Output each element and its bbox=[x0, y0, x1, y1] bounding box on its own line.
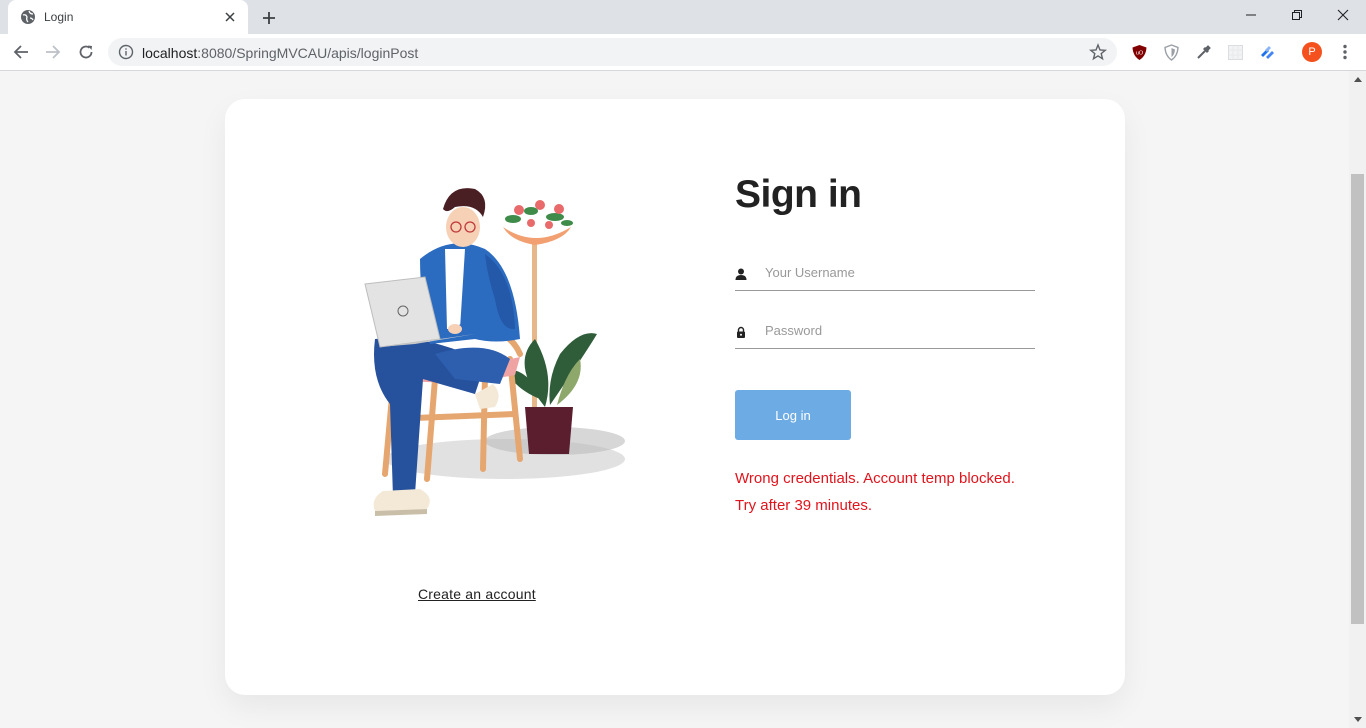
page-scrollbar[interactable] bbox=[1349, 71, 1366, 728]
page-title: Sign in bbox=[735, 173, 862, 216]
lock-icon bbox=[735, 325, 747, 338]
svg-text:uO: uO bbox=[1135, 50, 1143, 56]
address-bar[interactable]: localhost:8080/SpringMVCAU/apis/loginPos… bbox=[108, 38, 1117, 66]
login-button[interactable]: Log in bbox=[735, 390, 851, 440]
scroll-down-arrow-icon[interactable] bbox=[1349, 711, 1366, 728]
back-arrow-icon[interactable] bbox=[8, 39, 34, 65]
restore-icon[interactable] bbox=[1274, 0, 1320, 30]
tab-title: Login bbox=[44, 10, 74, 24]
login-card: Create an account Sign in Log in Wrong c… bbox=[225, 99, 1125, 695]
bookmark-star-icon[interactable] bbox=[1088, 43, 1108, 61]
scroll-up-arrow-icon[interactable] bbox=[1349, 71, 1366, 88]
close-window-icon[interactable] bbox=[1320, 0, 1366, 30]
profile-avatar[interactable]: P bbox=[1302, 42, 1322, 62]
reload-icon[interactable] bbox=[73, 39, 99, 65]
forward-arrow-icon[interactable] bbox=[40, 39, 66, 65]
person-with-laptop-illustration bbox=[364, 188, 625, 516]
tag-extension-icon[interactable] bbox=[1258, 43, 1276, 61]
browser-toolbar: localhost:8080/SpringMVCAU/apis/loginPos… bbox=[0, 34, 1366, 71]
ublock-icon[interactable]: uO bbox=[1130, 43, 1148, 61]
username-field bbox=[735, 255, 1035, 291]
new-tab-icon[interactable] bbox=[258, 7, 280, 29]
browser-tab[interactable]: Login bbox=[8, 0, 248, 34]
error-message: Wrong credentials. Account temp blocked.… bbox=[735, 470, 1015, 514]
password-input[interactable] bbox=[765, 317, 1030, 343]
eyedropper-icon[interactable] bbox=[1194, 43, 1212, 61]
shield-icon[interactable] bbox=[1162, 43, 1180, 61]
create-account-link[interactable]: Create an account bbox=[418, 586, 536, 602]
more-menu-icon[interactable] bbox=[1335, 42, 1355, 62]
url-host: localhost bbox=[142, 45, 198, 61]
browser-tab-strip: Login bbox=[0, 0, 1366, 34]
globe-icon bbox=[20, 9, 36, 25]
url-path: :8080/SpringMVCAU/apis/loginPost bbox=[197, 45, 419, 61]
password-field bbox=[735, 313, 1035, 349]
user-icon bbox=[735, 267, 747, 280]
url-text[interactable]: localhost:8080/SpringMVCAU/apis/loginPos… bbox=[142, 45, 418, 61]
scroll-thumb[interactable] bbox=[1351, 174, 1364, 624]
grid-extension-icon[interactable] bbox=[1226, 43, 1244, 61]
close-tab-icon[interactable] bbox=[220, 7, 240, 27]
minimize-icon[interactable] bbox=[1228, 0, 1274, 30]
username-input[interactable] bbox=[765, 259, 1030, 285]
info-icon[interactable] bbox=[118, 44, 134, 60]
